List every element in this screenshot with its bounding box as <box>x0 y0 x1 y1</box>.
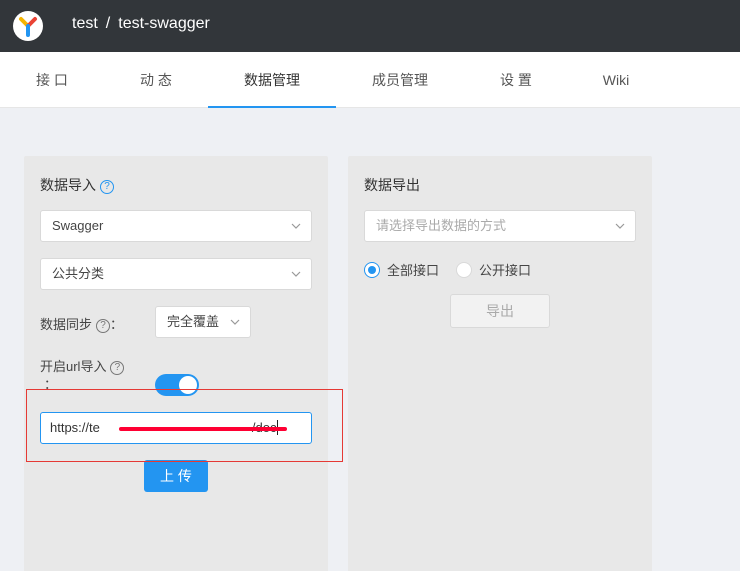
import-title-text: 数据导入 <box>40 177 96 193</box>
import-format-value: Swagger <box>52 218 104 233</box>
radio-unchecked-icon <box>456 261 472 278</box>
import-title: 数据导入? <box>40 175 114 195</box>
annotation-highlight-box <box>26 389 343 462</box>
breadcrumb: test / test-swagger <box>72 15 210 33</box>
url-import-label: 开启url导入? <box>40 356 125 375</box>
sync-mode-value: 完全覆盖 <box>167 314 220 329</box>
radio-checked-icon <box>364 261 380 278</box>
sync-label-text: 数据同步 <box>40 317 93 332</box>
sync-label-colon: ： <box>110 317 124 332</box>
radio-public-label: 公开接口 <box>479 263 532 278</box>
top-bar: test / test-swagger <box>0 0 740 52</box>
breadcrumb-group[interactable]: test <box>72 15 98 32</box>
data-import-panel: 数据导入? Swagger 公共分类 数据同步?： 完全覆盖 开启url导入? … <box>24 156 328 571</box>
help-icon[interactable]: ? <box>96 319 111 333</box>
data-export-panel: 数据导出 请选择导出数据的方式 全部接口 公开接口 导出 <box>348 156 652 571</box>
import-category-select[interactable]: 公共分类 <box>40 258 312 290</box>
tab-members[interactable]: 成员管理 <box>336 52 464 108</box>
export-method-select[interactable]: 请选择导出数据的方式 <box>364 210 636 242</box>
sync-label: 数据同步?： <box>40 314 123 333</box>
chevron-down-icon <box>291 271 301 277</box>
radio-public-interfaces[interactable]: 公开接口 <box>456 260 531 279</box>
yapi-logo-icon[interactable] <box>12 10 44 42</box>
import-category-value: 公共分类 <box>52 266 105 281</box>
export-method-placeholder: 请选择导出数据的方式 <box>376 218 507 233</box>
chevron-down-icon <box>230 319 240 325</box>
sync-mode-select[interactable]: 完全覆盖 <box>155 306 251 338</box>
tab-interface[interactable]: 接 口 <box>0 52 104 108</box>
tab-settings[interactable]: 设 置 <box>464 52 568 108</box>
upload-button[interactable]: 上 传 <box>144 460 208 492</box>
export-title: 数据导出 <box>364 177 420 193</box>
project-tabs: 接 口 动 态 数据管理 成员管理 设 置 Wiki <box>0 52 740 108</box>
breadcrumb-separator: / <box>105 15 111 32</box>
tab-data-management[interactable]: 数据管理 <box>208 52 336 108</box>
breadcrumb-project[interactable]: test-swagger <box>118 15 210 32</box>
active-tab-indicator <box>208 106 336 108</box>
radio-all-interfaces[interactable]: 全部接口 <box>364 260 439 279</box>
radio-all-label: 全部接口 <box>387 263 440 278</box>
help-icon[interactable]: ? <box>100 180 114 194</box>
url-import-label-text: 开启url导入 <box>40 359 107 374</box>
help-icon[interactable]: ? <box>110 361 125 375</box>
tab-wiki[interactable]: Wiki <box>568 52 664 108</box>
export-button[interactable]: 导出 <box>450 294 550 328</box>
import-format-select[interactable]: Swagger <box>40 210 312 242</box>
tab-activity[interactable]: 动 态 <box>104 52 208 108</box>
chevron-down-icon <box>615 223 625 229</box>
chevron-down-icon <box>291 223 301 229</box>
